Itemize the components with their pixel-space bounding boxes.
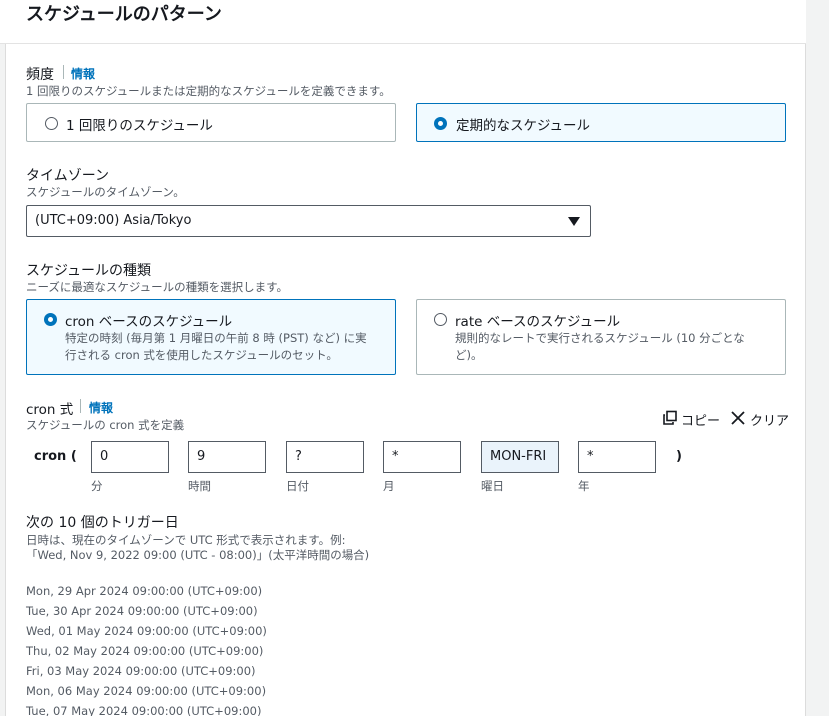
frequency-label: 頻度 [26,67,54,83]
timezone-description: スケジュールのタイムゾーン。 [26,185,185,199]
trigger-date-item: Tue, 07 May 2024 09:00:00 (UTC+09:00) [26,704,262,716]
divider [63,65,64,79]
radio-one-time[interactable] [45,117,58,130]
radio-rate-based[interactable] [434,313,447,326]
cron-based-description: 特定の時刻 (毎月第 1 月曜日の午前 8 時 (PST) など) に実行される… [65,331,367,362]
cron-day-of-week-input[interactable]: MON-FRI [481,441,559,473]
trigger-dates-description-2: 「Wed, Nov 9, 2022 09:00 (UTC - 08:00)」(太… [26,548,370,562]
cron-hours-label: 時間 [188,479,211,493]
trigger-dates-title: 次の 10 個のトリガー日 [26,515,179,531]
timezone-value: (UTC+09:00) Asia/Tokyo [35,213,192,228]
divider [80,399,81,413]
option-one-time-label: 1 回限りのスケジュール [66,118,213,134]
cron-year-label: 年 [578,479,590,493]
copy-icon [663,410,677,425]
caret-down-icon [568,217,580,226]
section-title: スケジュールのパターン [26,4,222,25]
timezone-select[interactable]: (UTC+09:00) Asia/Tokyo [26,205,591,237]
frequency-description: 1 回限りのスケジュールまたは定期的なスケジュールを定義できます。 [26,84,391,98]
cron-expression-description: スケジュールの cron 式を定義 [26,418,185,432]
trigger-dates-description-1: 日時は、現在のタイムゾーンで UTC 形式で表示されます。例: [26,533,346,547]
frequency-info-link[interactable]: 情報 [71,65,95,82]
cron-day-of-week-label: 曜日 [481,479,504,493]
cron-prefix: cron ( [34,449,77,464]
copy-label: コピー [681,414,721,429]
trigger-date-item: Wed, 01 May 2024 09:00:00 (UTC+09:00) [26,624,267,638]
schedule-type-description: ニーズに最適なスケジュールの種類を選択します。 [26,280,288,294]
clear-label: クリア [750,414,790,429]
cron-minutes-label: 分 [91,479,103,493]
option-recurring[interactable]: 定期的なスケジュール [416,103,786,142]
cron-day-of-month-label: 日付 [286,479,309,493]
rate-based-description: 規則的なレートで実行されるスケジュール (10 分ごとなど)。 [455,331,745,362]
radio-cron-based[interactable] [44,313,57,326]
radio-recurring[interactable] [434,117,447,130]
trigger-date-item: Mon, 06 May 2024 09:00:00 (UTC+09:00) [26,684,267,698]
trigger-date-item: Fri, 03 May 2024 09:00:00 (UTC+09:00) [26,664,256,678]
trigger-date-item: Thu, 02 May 2024 09:00:00 (UTC+09:00) [26,644,264,658]
cron-expression-label: cron 式 [26,402,74,418]
option-rate-based[interactable]: rate ベースのスケジュール 規則的なレートで実行されるスケジュール (10 … [416,299,786,375]
option-cron-based[interactable]: cron ベースのスケジュール 特定の時刻 (毎月第 1 月曜日の午前 8 時 … [26,299,396,375]
cron-minutes-input[interactable]: 0 [91,441,169,473]
cron-year-input[interactable]: * [578,441,656,473]
schedule-type-label: スケジュールの種類 [26,263,152,279]
option-one-time[interactable]: 1 回限りのスケジュール [26,103,396,142]
rate-based-title: rate ベースのスケジュール [455,314,621,330]
cron-based-title: cron ベースのスケジュール [65,314,233,330]
cron-day-of-month-input[interactable]: ? [286,441,364,473]
timezone-label: タイムゾーン [26,168,110,184]
cron-month-label: 月 [383,479,395,493]
cron-hours-input[interactable]: 9 [188,441,266,473]
cron-suffix: ) [676,449,682,464]
cron-month-input[interactable]: * [383,441,461,473]
close-icon [731,411,745,425]
cron-info-link[interactable]: 情報 [89,399,113,416]
trigger-date-item: Tue, 30 Apr 2024 09:00:00 (UTC+09:00) [26,604,258,618]
trigger-date-item: Mon, 29 Apr 2024 09:00:00 (UTC+09:00) [26,584,263,598]
option-recurring-label: 定期的なスケジュール [456,118,591,134]
